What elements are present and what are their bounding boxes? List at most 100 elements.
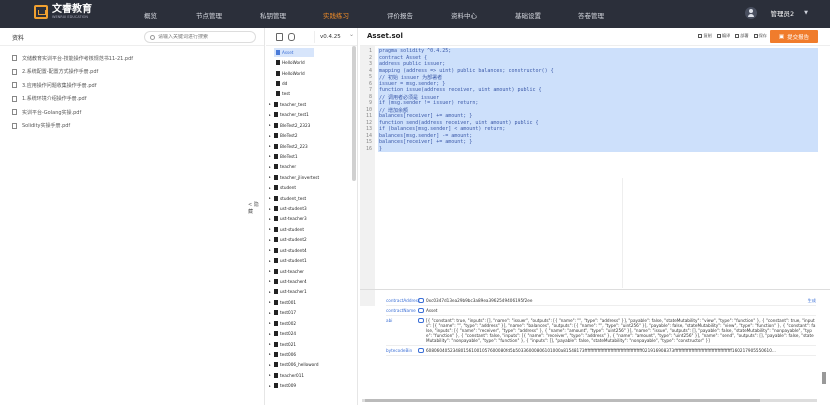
chevron-right-icon[interactable]: ▸ — [269, 207, 273, 211]
tree-folder[interactable]: ▸ teacher — [266, 162, 352, 172]
chevron-right-icon[interactable]: ▸ — [269, 259, 273, 263]
horizontal-scrollbar-thumb[interactable] — [365, 399, 760, 402]
chevron-right-icon[interactable]: ▸ — [269, 342, 273, 346]
tree-folder[interactable]: ▸ test002 — [266, 318, 352, 328]
chevron-right-icon[interactable]: ▸ — [269, 300, 273, 304]
nav-item-0[interactable]: 概览 — [144, 10, 157, 20]
chevron-right-icon[interactable]: ▸ — [269, 196, 273, 200]
editor-output-divider[interactable] — [360, 289, 830, 290]
refresh-icon[interactable] — [288, 33, 295, 41]
logo[interactable]: 文睿教育 WENRUI EDUCATION — [34, 5, 92, 20]
chevron-right-icon[interactable]: ▸ — [269, 175, 273, 179]
vertical-scrollbar[interactable] — [822, 372, 826, 384]
code-area[interactable]: 1 pragma solidity ^0.4.25; 2 contract Asset… — [360, 46, 830, 306]
tree-file[interactable]: HelloWorld — [266, 57, 352, 67]
nav-item-1[interactable]: 节点管理 — [196, 10, 222, 20]
tree-folder[interactable]: ▸ test006 — [266, 349, 352, 359]
new-file-icon[interactable] — [276, 33, 283, 41]
tree-folder[interactable]: ▸ test001 — [266, 297, 352, 307]
avatar[interactable] — [744, 7, 757, 19]
generate-link[interactable]: 生成 — [808, 298, 816, 303]
tree-folder[interactable]: ▸ teacher_test — [266, 99, 352, 109]
submit-report-button[interactable]: ▣ 提交报告 — [770, 30, 818, 43]
chevron-right-icon[interactable]: ▸ — [269, 238, 273, 242]
chevron-right-icon[interactable]: ▸ — [269, 269, 273, 273]
tree-folder[interactable]: ▸ student — [266, 182, 352, 192]
nav-item-5[interactable]: 资料中心 — [451, 10, 477, 20]
chevron-right-icon[interactable]: ▸ — [269, 165, 273, 169]
copy-icon[interactable] — [418, 348, 424, 353]
document-item[interactable]: 1.系统环境介绍操作手册.pdf — [0, 93, 264, 105]
chevron-right-icon[interactable]: ▸ — [269, 363, 273, 367]
nav-item-6[interactable]: 基础设置 — [515, 10, 541, 20]
tree-folder[interactable]: ▸ BleTest2 — [266, 130, 352, 140]
tree-folder[interactable]: ▸ BleTest2_2323 — [266, 120, 352, 130]
chevron-right-icon[interactable]: ▸ — [269, 134, 273, 138]
document-item[interactable]: 实训平台-Golang实操.pdf — [0, 106, 264, 118]
chevron-right-icon[interactable]: ▸ — [269, 311, 273, 315]
chevron-right-icon[interactable]: ▸ — [269, 186, 273, 190]
tree-folder[interactable]: ▸ ust-student4 — [266, 245, 352, 255]
nav-item-4[interactable]: 评价报告 — [387, 10, 413, 20]
tree-folder[interactable]: ▸ ust-teacher1 — [266, 287, 352, 297]
tree-folder[interactable]: ▸ test009 — [266, 381, 352, 391]
document-item[interactable]: 2.系统配置-配置方式操作手册.pdf — [0, 66, 264, 78]
tree-folder[interactable]: ▸ ust-student3 — [266, 203, 352, 213]
tree-file[interactable]: test — [266, 89, 352, 99]
chevron-right-icon[interactable]: ▸ — [269, 227, 273, 231]
tree-folder[interactable]: ▸ student_test — [266, 193, 352, 203]
chevron-right-icon[interactable]: ▸ — [269, 321, 273, 325]
editor-tool-2[interactable]: 部署 — [735, 33, 749, 39]
chevron-right-icon[interactable]: ▸ — [269, 217, 273, 221]
chevron-right-icon[interactable]: ▸ — [269, 384, 273, 388]
tree-folder[interactable]: ▸ ust-student2 — [266, 235, 352, 245]
search-input[interactable] — [158, 34, 253, 40]
chevron-right-icon[interactable]: ▸ — [269, 352, 273, 356]
chevron-right-icon[interactable]: ▸ — [269, 373, 273, 377]
copy-icon[interactable] — [418, 298, 424, 303]
tree-folder[interactable]: ▸ teacher_test1 — [266, 110, 352, 120]
nav-item-2[interactable]: 私钥管理 — [260, 10, 286, 20]
user-menu[interactable]: 管理员2 ▼ — [744, 7, 808, 19]
nav-item-3[interactable]: 实践练习 — [323, 10, 349, 20]
chevron-right-icon[interactable]: ▸ — [269, 102, 273, 106]
chevron-right-icon[interactable]: ▸ — [269, 144, 273, 148]
chevron-right-icon[interactable]: ▸ — [269, 123, 273, 127]
tree-folder[interactable]: ▸ ust-student — [266, 224, 352, 234]
document-item[interactable]: Solidity实操手册.pdf — [0, 120, 264, 132]
tree-folder[interactable]: ▸ test021 — [266, 339, 352, 349]
nav-item-7[interactable]: 答卷管理 — [578, 10, 604, 20]
document-item[interactable]: 3.应用操作问题收集操作手册.pdf — [0, 79, 264, 91]
collapse-panel-button[interactable]: < 隐藏 — [247, 200, 264, 216]
document-item[interactable]: 文储教育实训平台-技能操作考核规范书11-21.pdf — [0, 52, 264, 64]
copy-icon[interactable] — [418, 308, 424, 313]
tree-folder[interactable]: ▸ ust-teacher3 — [266, 214, 352, 224]
tree-file[interactable]: Asset — [266, 47, 352, 57]
editor-tool-1[interactable]: 编译 — [716, 33, 730, 39]
tree-folder[interactable]: ▸ teacher_jlinvertest — [266, 172, 352, 182]
chevron-right-icon[interactable]: ▸ — [269, 113, 273, 117]
tree-file[interactable]: dd — [266, 78, 352, 88]
tree-folder[interactable]: ▸ test024 — [266, 328, 352, 338]
tree-folder[interactable]: ▸ test006_helloword — [266, 360, 352, 370]
chevron-down-icon[interactable]: ▼ — [804, 10, 808, 16]
editor-tool-3[interactable]: 保存 — [753, 33, 767, 39]
chevron-right-icon[interactable]: ▸ — [269, 290, 273, 294]
chevron-right-icon[interactable]: ▸ — [269, 248, 273, 252]
tree-folder[interactable]: ▸ test017 — [266, 308, 352, 318]
tree-folder[interactable]: ▸ ust-teacher — [266, 266, 352, 276]
tree-file[interactable]: HelloWorld — [266, 68, 352, 78]
tree-folder[interactable]: ▸ BleTest2_223 — [266, 141, 352, 151]
search-box[interactable] — [144, 31, 256, 43]
copy-icon[interactable] — [418, 318, 424, 323]
tree-folder[interactable]: ▸ ust-teacher4 — [266, 276, 352, 286]
chevron-right-icon[interactable]: ▸ — [269, 279, 273, 283]
file-tree-scrollbar[interactable] — [352, 46, 356, 181]
tree-folder[interactable]: ▸ ust-student1 — [266, 255, 352, 265]
compiler-version-select[interactable]: v0.4.25 — [314, 31, 358, 43]
editor-tool-0[interactable]: 复制 — [698, 33, 712, 39]
chevron-right-icon[interactable]: ▸ — [269, 154, 273, 158]
user-name[interactable]: 管理员2 — [771, 8, 795, 18]
chevron-right-icon[interactable]: ▸ — [269, 332, 273, 336]
tree-folder[interactable]: ▸ BleTest1 — [266, 151, 352, 161]
